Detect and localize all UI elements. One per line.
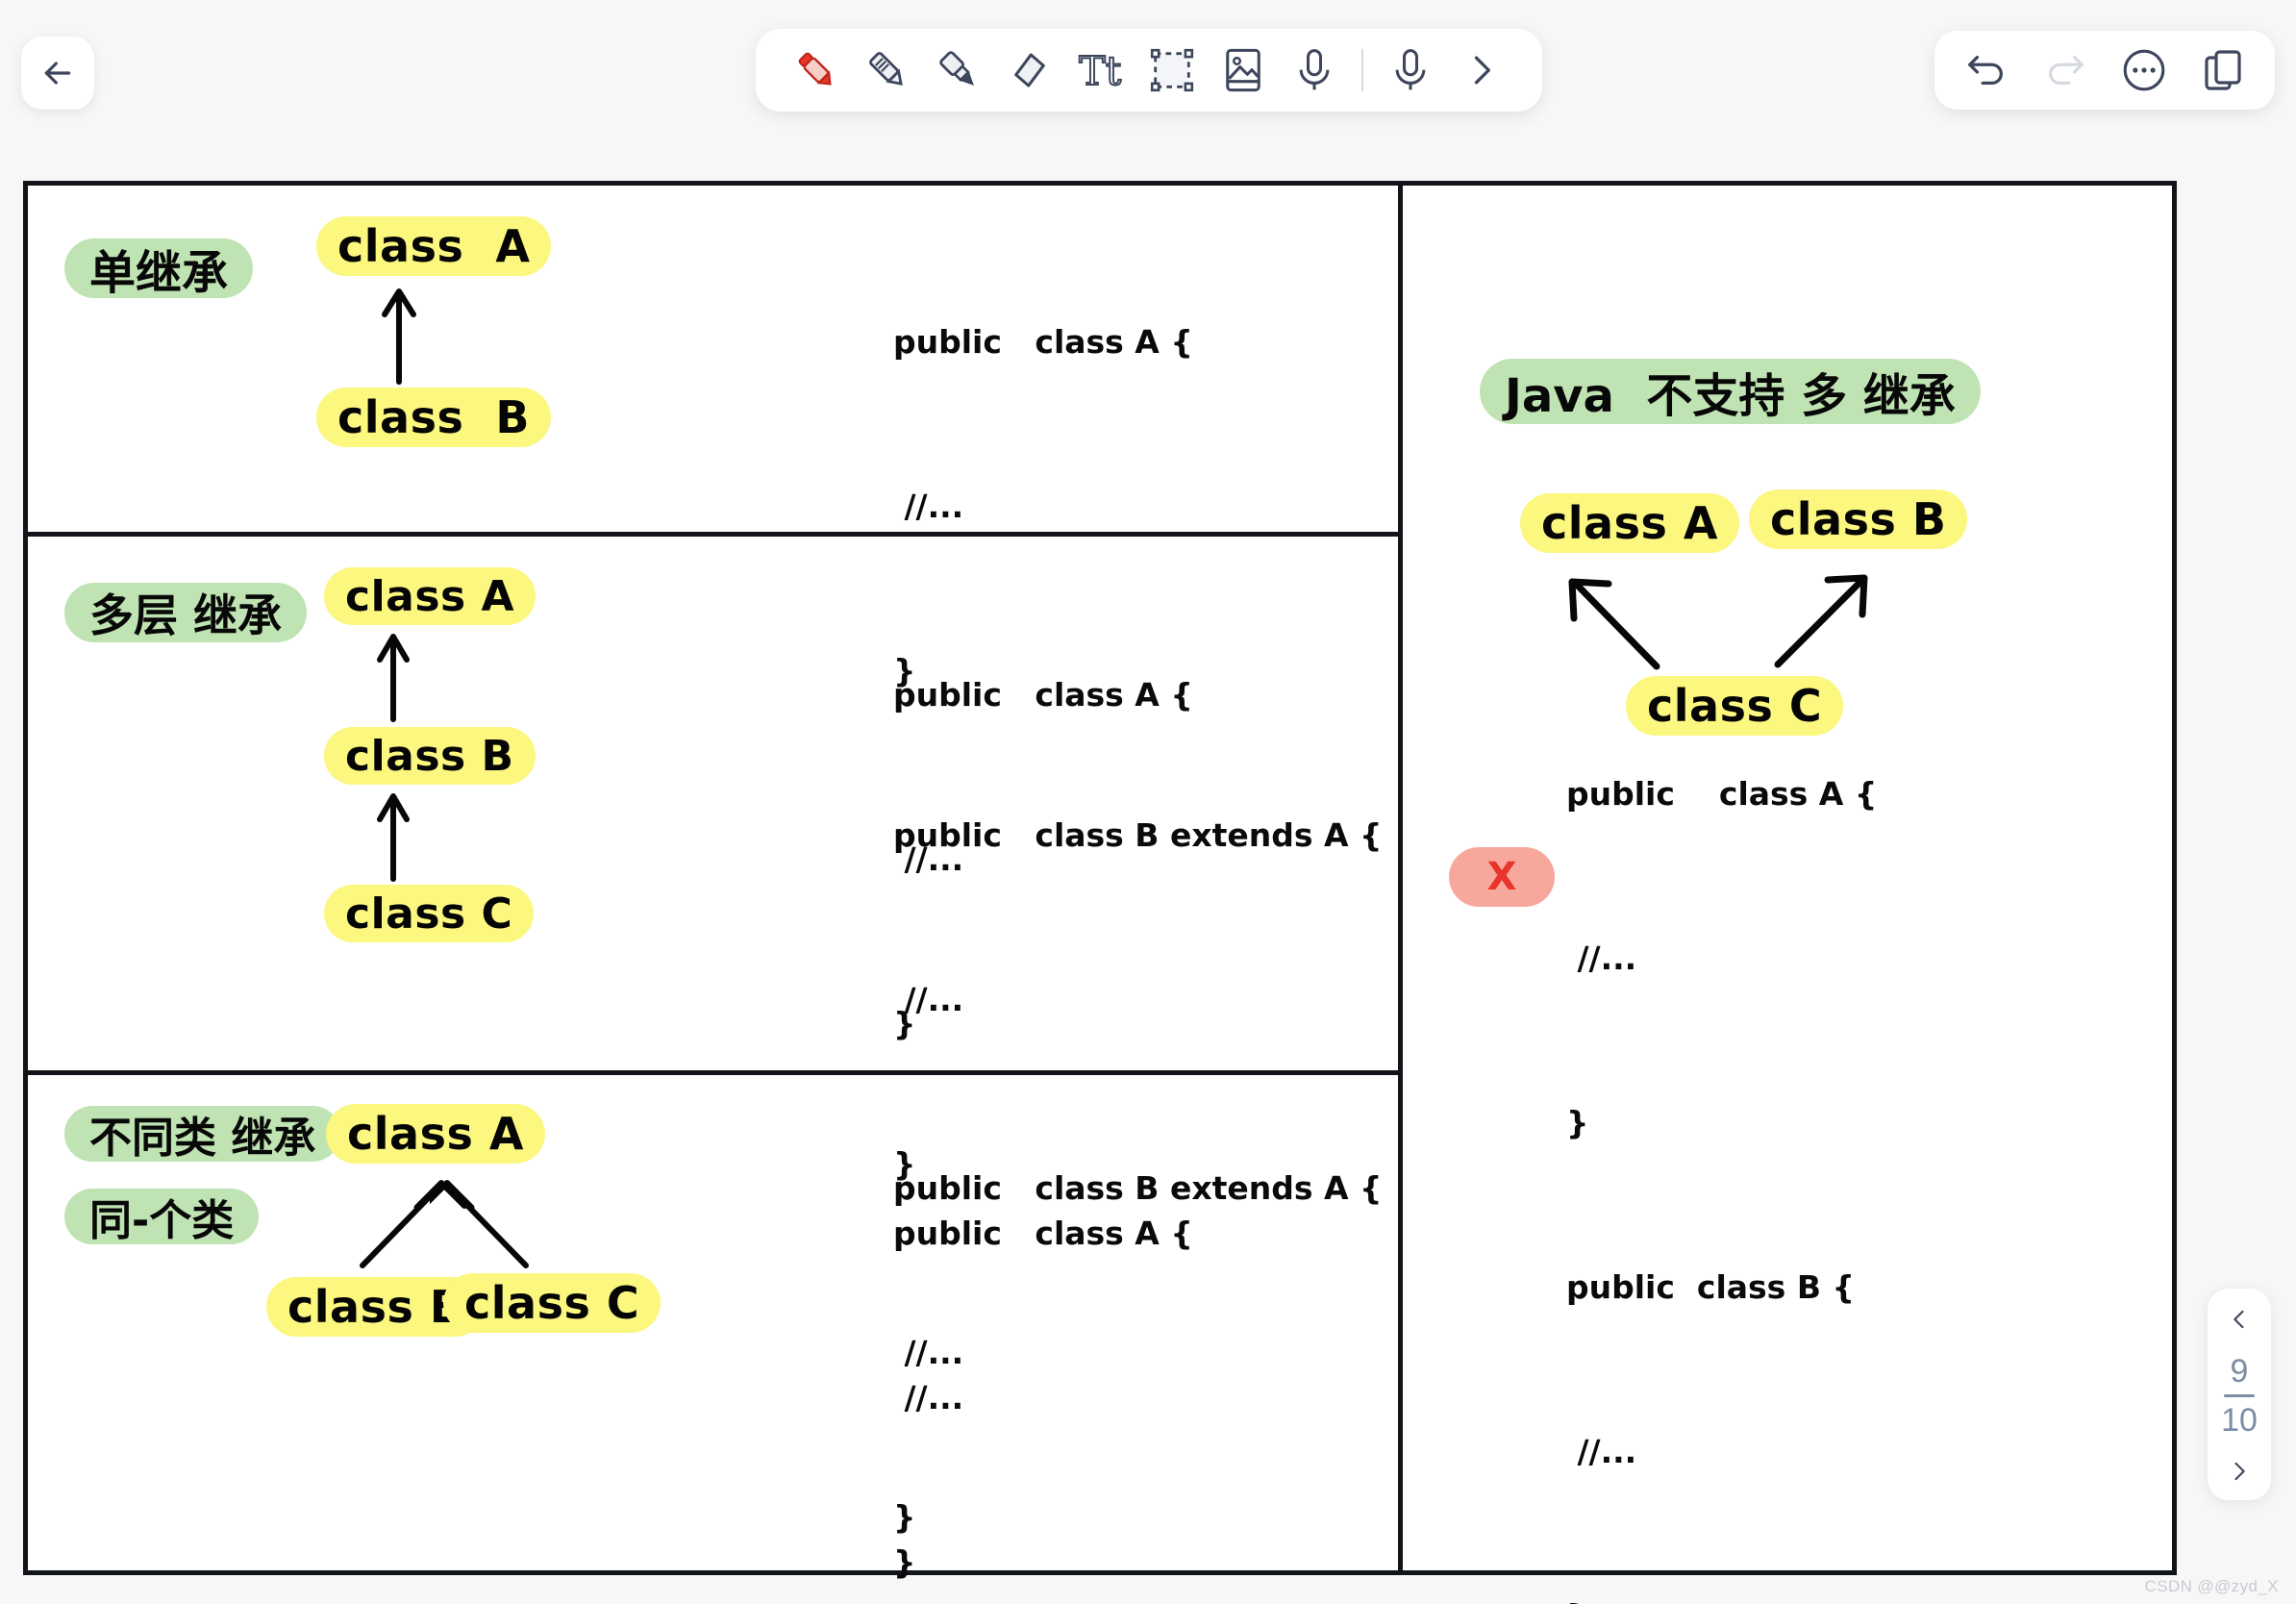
- node-dc-class-c: class C: [443, 1273, 661, 1333]
- image-icon[interactable]: [1208, 35, 1279, 106]
- arrow-up-c-to-b-ml: [377, 793, 410, 882]
- next-page-button[interactable]: [2226, 1458, 2253, 1485]
- action-toolbar[interactable]: [1934, 31, 2275, 110]
- code-line: //...: [1566, 1433, 1637, 1470]
- section-single-inheritance: 单继承 class A class B public class A { //.…: [28, 186, 1398, 1183]
- code-line: }: [1566, 1104, 1589, 1141]
- node-class-a: class A: [316, 216, 552, 276]
- no-multiple-title-pill: Java 不支持 多 继承: [1480, 359, 1981, 424]
- single-inheritance-title: 单继承: [89, 246, 229, 300]
- node-class-b: class B: [316, 388, 551, 447]
- more-icon[interactable]: [2117, 43, 2171, 97]
- prev-page-button[interactable]: [2226, 1306, 2253, 1333]
- error-badge-label: X: [1486, 855, 1517, 899]
- back-button[interactable]: [21, 37, 94, 110]
- code-line: //...: [893, 1379, 964, 1416]
- node-nm-class-b: class B: [1749, 489, 1968, 549]
- watermark: CSDN @@zyd_X: [2144, 1577, 2279, 1595]
- node-ml-class-b-label: class B: [345, 731, 514, 781]
- code-line: public class A {: [893, 676, 1193, 714]
- code-line: public class B {: [1566, 1268, 1855, 1306]
- page-separator: [2223, 1393, 2255, 1397]
- page-current: 9: [2230, 1352, 2249, 1390]
- node-nm-class-a: class A: [1520, 493, 1739, 553]
- node-ml-class-c-label: class C: [345, 889, 513, 939]
- node-class-b-label: class B: [337, 391, 530, 443]
- node-ml-class-a: class A: [324, 567, 537, 625]
- code-line: public class A {: [893, 323, 1193, 361]
- node-ml-class-b: class B: [324, 727, 536, 785]
- node-dc-class-a-label: class A: [347, 1108, 524, 1160]
- code-line: }: [1566, 1589, 2112, 1604]
- text-icon[interactable]: Tt: [1065, 35, 1136, 106]
- mic-record-icon[interactable]: [1375, 35, 1446, 106]
- different-title-line2: 同-个类: [89, 1196, 235, 1245]
- different-title-pill-1: 不同类 继承: [64, 1106, 341, 1163]
- arrow-up-b-to-a-ml: [377, 634, 410, 722]
- section-no-multiple-inheritance: Java 不支持 多 继承 class A class B class C X: [1403, 186, 2172, 1604]
- different-title-line1: 不同类 继承: [89, 1114, 316, 1163]
- node-ml-class-a-label: class A: [345, 571, 515, 621]
- node-dc-class-b-label: class B: [287, 1281, 464, 1333]
- node-dc-class-a: class A: [326, 1104, 545, 1164]
- code-line: //...: [1566, 940, 1637, 977]
- pen-icon[interactable]: [781, 35, 852, 106]
- pencil-icon[interactable]: [852, 35, 923, 106]
- node-class-a-label: class A: [337, 220, 531, 272]
- node-ml-class-c: class C: [324, 885, 535, 942]
- page-indicator[interactable]: 9 10: [2208, 1289, 2271, 1500]
- left-column: 单继承 class A class B public class A { //.…: [28, 186, 1403, 1581]
- code-line: }: [893, 1005, 916, 1042]
- select-icon[interactable]: [1136, 35, 1208, 106]
- arrow-up-left-c-to-a: [430, 1180, 529, 1268]
- app-root: Tt 单继承 class A class B public class A {…: [0, 0, 2296, 1604]
- chevron-right-icon[interactable]: [1446, 35, 1517, 106]
- single-inheritance-title-pill: 单继承: [64, 238, 254, 300]
- code-line: //...: [893, 488, 964, 525]
- page-total: 10: [2221, 1401, 2258, 1439]
- different-title-pill-2: 同-个类: [64, 1189, 260, 1245]
- pages-icon[interactable]: [2196, 43, 2250, 97]
- eraser-icon[interactable]: [994, 35, 1065, 106]
- arrow-up-b-to-a: [382, 288, 416, 385]
- node-nm-class-b-label: class B: [1770, 493, 1947, 545]
- multilevel-title-pill: 多层 继承: [64, 583, 308, 642]
- svg-text:Tt: Tt: [1079, 48, 1121, 94]
- node-dc-class-c-label: class C: [464, 1277, 640, 1329]
- whiteboard-canvas[interactable]: 单继承 class A class B public class A { //.…: [23, 181, 2177, 1604]
- toolbar-divider: [1361, 49, 1363, 91]
- error-badge: X: [1449, 847, 1555, 907]
- multilevel-title: 多层 继承: [89, 589, 283, 641]
- code-line: public class A {: [893, 1215, 1193, 1252]
- redo-icon[interactable]: [2038, 43, 2092, 97]
- chevron-left-icon: [2234, 1310, 2244, 1329]
- section-different-classes-inheritance: 不同类 继承 同-个类 class A class B class C publ…: [28, 1075, 1398, 1581]
- chevron-right-page-icon: [2234, 1462, 2245, 1481]
- highlighter-icon[interactable]: [923, 35, 994, 106]
- code-line: //...: [893, 840, 964, 878]
- page-counter: 9 10: [2221, 1355, 2258, 1437]
- code-line: }: [893, 1543, 916, 1581]
- mic-icon[interactable]: [1279, 35, 1350, 106]
- code-line: public class A {: [1566, 775, 1878, 813]
- section-multilevel-inheritance: 多层 继承 class A class B class C public cla…: [28, 537, 1398, 1536]
- code-no-multiple-inheritance: public class A { //... } public class B …: [1566, 657, 2112, 1604]
- undo-icon[interactable]: [1959, 43, 2013, 97]
- back-arrow-icon: [44, 62, 71, 85]
- code-different-inheritance: public class A { //... } public class B …: [893, 1096, 1383, 1604]
- drawing-toolbar[interactable]: Tt: [756, 29, 1542, 112]
- no-multiple-title: Java 不支持 多 继承: [1505, 369, 1956, 423]
- node-nm-class-a-label: class A: [1541, 497, 1718, 549]
